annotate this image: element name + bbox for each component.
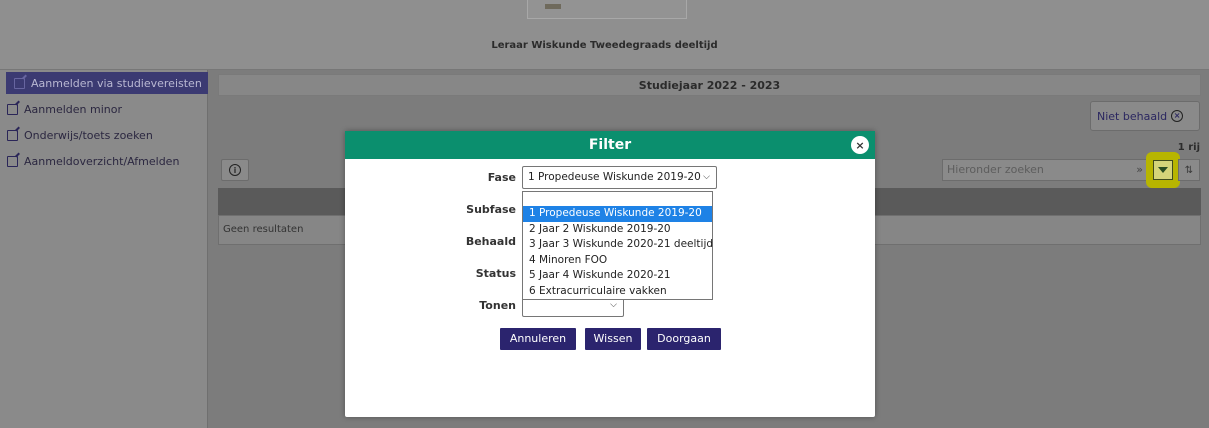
cancel-button[interactable]: Annuleren (500, 328, 576, 350)
fase-option[interactable]: 4 Minoren FOO (523, 253, 712, 269)
sidebar-item-aanmeldoverzicht[interactable]: Aanmeldoverzicht/Afmelden (7, 150, 179, 172)
tonen-label: Tonen (479, 299, 516, 312)
sort-icon[interactable]: ⇅ (1178, 159, 1200, 181)
sidebar: Aanmelden via studievereisten Aanmelden … (0, 70, 208, 428)
subfase-label: Subfase (466, 203, 516, 216)
search-arrow-icon: » (1136, 163, 1143, 176)
filter-icon[interactable] (1153, 160, 1173, 180)
header: Leraar Wiskunde Tweedegraads deeltijd (0, 0, 1209, 70)
filter-chip-label: Niet behaald (1097, 109, 1168, 123)
fase-select[interactable]: 1 Propedeuse Wiskunde 2019-20 ⌵ (522, 166, 717, 189)
sidebar-item-label: Aanmelden via studievereisten (31, 76, 202, 90)
sidebar-item-label: Onderwijs/toets zoeken (24, 128, 153, 142)
program-photo (527, 0, 687, 19)
filter-modal: Filter × Fase 1 Propedeuse Wiskunde 2019… (345, 131, 875, 417)
search-placeholder: Hieronder zoeken (947, 163, 1044, 176)
edit-icon (7, 103, 18, 115)
sidebar-item-onderwijs-zoeken[interactable]: Onderwijs/toets zoeken (7, 124, 153, 146)
search-input[interactable]: Hieronder zoeken » (942, 159, 1150, 181)
fase-option[interactable]: 2 Jaar 2 Wiskunde 2019-20 (523, 222, 712, 238)
fase-option[interactable]: 3 Jaar 3 Wiskunde 2020-21 deeltijd (523, 237, 713, 253)
behaald-label: Behaald (465, 235, 516, 248)
clear-chip-icon[interactable]: × (1171, 110, 1184, 122)
chevron-down-icon: ⌵ (703, 172, 710, 182)
info-button[interactable]: i (221, 159, 249, 181)
edit-icon (14, 77, 25, 89)
close-icon[interactable]: × (851, 136, 869, 154)
fase-label: Fase (487, 171, 516, 184)
fase-value: 1 Propedeuse Wiskunde 2019-20 (528, 171, 701, 183)
edit-icon (7, 129, 18, 141)
year-title: Studiejaar 2022 - 2023 (218, 74, 1201, 96)
sidebar-item-label: Aanmelden minor (24, 102, 122, 116)
filter-button-highlight[interactable] (1146, 152, 1180, 188)
status-label: Status (475, 267, 516, 280)
fase-option[interactable]: 5 Jaar 4 Wiskunde 2020-21 (523, 268, 712, 284)
info-icon: i (229, 164, 241, 176)
fase-option[interactable]: 1 Propedeuse Wiskunde 2019-20 (523, 206, 712, 222)
proceed-button[interactable]: Doorgaan (647, 328, 721, 350)
fase-options-list: 1 Propedeuse Wiskunde 2019-20 2 Jaar 2 W… (522, 191, 713, 300)
sidebar-item-label: Aanmeldoverzicht/Afmelden (24, 154, 180, 168)
program-title: Leraar Wiskunde Tweedegraads deeltijd (491, 40, 718, 51)
clear-button[interactable]: Wissen (585, 328, 641, 350)
fase-option[interactable]: 6 Extracurriculaire vakken (523, 284, 712, 300)
filter-chip[interactable]: Niet behaald × (1090, 101, 1200, 131)
sidebar-item-studievereisten[interactable]: Aanmelden via studievereisten (6, 72, 208, 94)
modal-title: Filter (345, 131, 875, 159)
list-icon (7, 155, 18, 167)
sidebar-item-minor[interactable]: Aanmelden minor (7, 98, 122, 120)
